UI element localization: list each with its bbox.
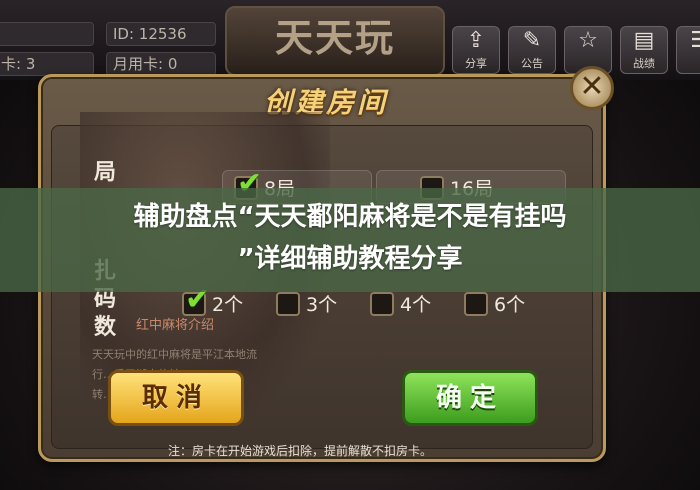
user-id: ID: 12536 — [106, 22, 216, 46]
rules-intro-title: 红中麻将介绍 — [136, 318, 215, 333]
option-label: 6个 — [494, 294, 526, 316]
notice-icon: ✎ — [522, 28, 542, 53]
record-button[interactable]: ▤ 战绩 — [620, 26, 668, 74]
share-button[interactable]: ⇪ 分享 — [452, 26, 500, 74]
record-label: 战绩 — [633, 57, 655, 70]
birds-option-6[interactable]: 6个 — [464, 290, 525, 317]
article-title-line: ”详细辅助教程分享 — [237, 244, 463, 274]
option-label: 4个 — [400, 294, 432, 316]
menu-button[interactable]: ☰ — [676, 26, 700, 74]
birds-option-4[interactable]: 4个 — [370, 290, 431, 317]
checkbox[interactable] — [276, 291, 300, 316]
label-char: 数 — [94, 315, 117, 340]
close-button[interactable]: ✕ — [570, 66, 614, 110]
menu-icon: ☰ — [690, 28, 700, 53]
checkbox[interactable] — [464, 291, 488, 316]
confirm-button[interactable]: 确定 — [402, 370, 538, 426]
rules-intro-line: 天天玩中的红中麻将是平江本地流 — [92, 348, 257, 361]
room-card-note: 注：房卡在开始游戏后扣除，提前解散不扣房卡。 — [168, 444, 433, 458]
game-logo: 天天玩 — [225, 6, 445, 76]
article-title: 辅助盘点“天天鄱阳麻将是不是有挂吗 ”详细辅助教程分享 — [20, 196, 680, 280]
monthly-card-count: 月用卡: 0 — [106, 52, 216, 76]
checkbox-checked[interactable] — [182, 282, 210, 317]
share-icon: ⇪ — [466, 28, 486, 53]
checkbox[interactable] — [370, 291, 394, 316]
option-label: 3个 — [306, 294, 338, 316]
share-label: 分享 — [465, 57, 487, 70]
article-title-line: 辅助盘点“天天鄱阳麻将是不是有挂吗 — [133, 202, 567, 232]
room-card-partial — [0, 22, 94, 46]
birds-option-2[interactable]: 2个 — [182, 282, 244, 317]
notice-button[interactable]: ✎ 公告 — [508, 26, 556, 74]
rounds-label: 局 — [94, 160, 117, 185]
record-icon: ▤ — [633, 28, 655, 53]
room-card-count: 卡: 3 — [0, 52, 94, 76]
notice-label: 公告 — [521, 57, 543, 70]
option-label: 2个 — [212, 294, 244, 316]
cancel-button[interactable]: 取消 — [108, 370, 244, 426]
birds-option-3[interactable]: 3个 — [276, 290, 337, 317]
star-icon: ☆ — [578, 28, 598, 53]
